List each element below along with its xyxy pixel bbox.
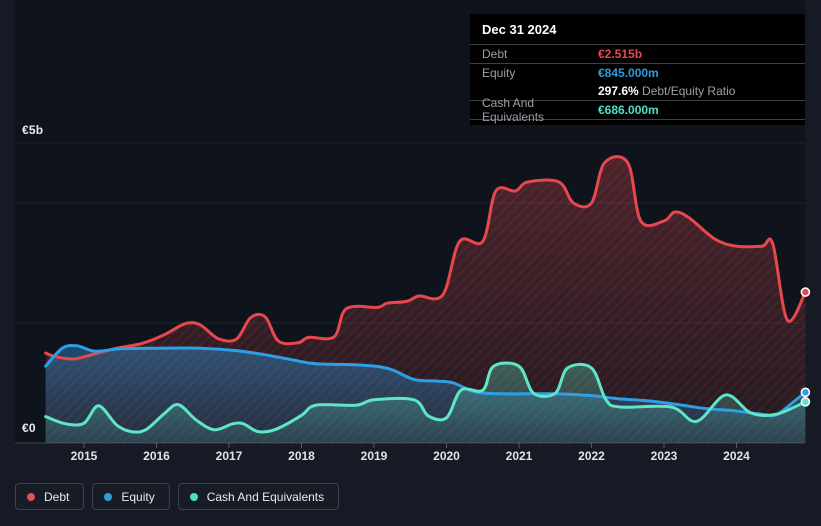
legend-item-cash[interactable]: Cash And Equivalents (177, 483, 340, 510)
x-axis-year-2017: 2017 (215, 449, 243, 463)
x-axis-year-2015: 2015 (70, 449, 98, 463)
tooltip-row-cash: Cash And Equivalents €686.000m (470, 96, 805, 124)
debt-dot-icon (27, 492, 35, 501)
legend-item-debt[interactable]: Debt (15, 483, 85, 510)
x-axis-year-2019: 2019 (360, 449, 388, 463)
tooltip-row-debt: Debt €2.515b (470, 45, 805, 64)
legend-item-equity[interactable]: Equity (92, 483, 170, 510)
x-axis-year-2022: 2022 (578, 449, 605, 463)
x-axis-year-2023: 2023 (650, 449, 678, 463)
tooltip-debt-label: Debt (482, 47, 508, 61)
series-end-marker (800, 387, 811, 398)
equity-dot-icon (104, 492, 113, 501)
tooltip-ratio-value: 297.6% (598, 84, 639, 98)
tooltip-date: Dec 31 2024 (470, 14, 805, 45)
chart-legend: Debt Equity Cash And Equivalents (15, 483, 340, 510)
tooltip-equity-label: Equity (482, 66, 516, 80)
tooltip-debt-value: €2.515b (598, 47, 643, 61)
chart-tooltip: Dec 31 2024 Debt €2.515b Equity €845.000… (470, 14, 805, 125)
x-axis-year-2018: 2018 (288, 449, 315, 463)
tooltip-ratio-label: Debt/Equity Ratio (642, 84, 736, 98)
tooltip-cash-value: €686.000m (598, 103, 659, 117)
y-axis-zero-label: €0 (22, 421, 36, 435)
tooltip-cash-label: Cash And Equivalents (482, 96, 545, 124)
x-axis-year-2021: 2021 (505, 449, 533, 463)
x-axis-year-2020: 2020 (433, 449, 460, 463)
series-end-marker (800, 396, 811, 407)
y-axis-max-label: €5b (22, 123, 44, 137)
tooltip-equity-value: €845.000m (598, 66, 659, 80)
legend-cash-label: Cash And Equivalents (206, 489, 325, 504)
cash-dot-icon (189, 492, 198, 501)
series-end-marker (800, 287, 811, 297)
legend-debt-label: Debt (44, 489, 70, 504)
x-axis-year-2024: 2024 (723, 449, 750, 463)
tooltip-row-equity: Equity €845.000m (470, 64, 805, 82)
legend-equity-label: Equity (121, 489, 155, 504)
debt-equity-chart-panel: €5b €0 2015 2016 2017 2018 2019 2020 2021 2022 2… (0, 0, 821, 526)
x-axis-year-2016: 2016 (143, 449, 170, 463)
